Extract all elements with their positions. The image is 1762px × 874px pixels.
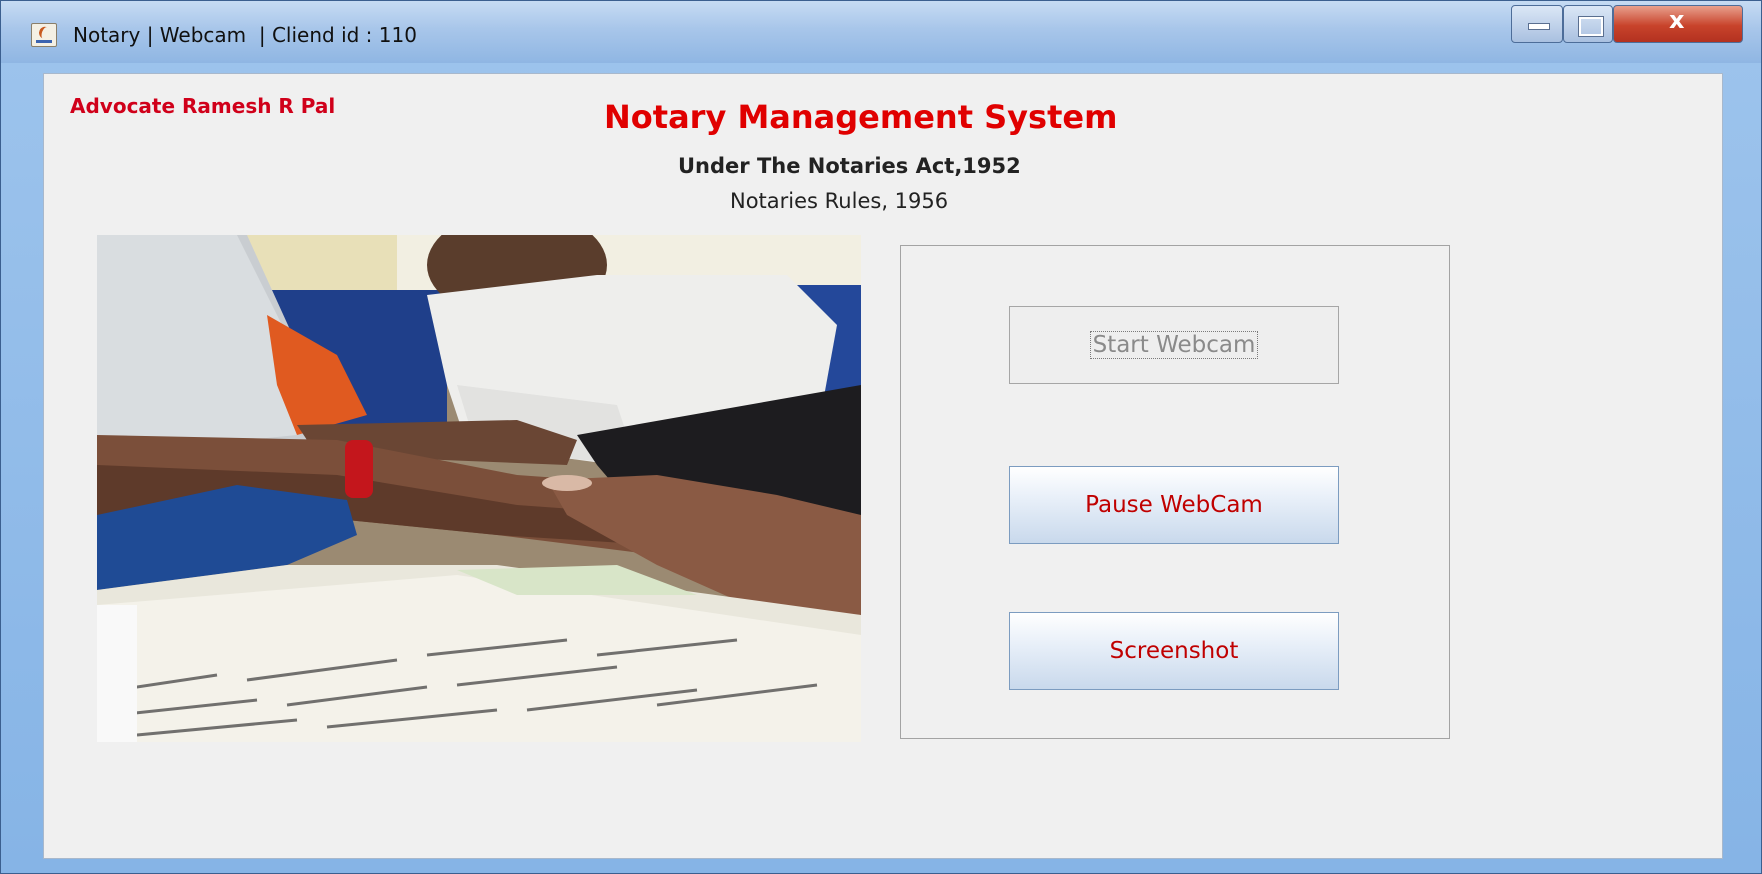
minimize-button[interactable] <box>1511 5 1563 43</box>
window-title: Notary | Webcam | Cliend id : 110 <box>73 23 417 47</box>
webcam-feed <box>97 235 861 742</box>
java-cup-icon <box>31 23 57 47</box>
act-subtitle: Under The Notaries Act,1952 <box>678 154 1021 178</box>
close-button[interactable] <box>1613 5 1743 43</box>
page-title: Notary Management System <box>604 98 1118 136</box>
screenshot-label: Screenshot <box>1109 638 1239 664</box>
screenshot-button[interactable]: Screenshot <box>1009 612 1339 690</box>
webcam-image <box>97 235 861 742</box>
controls-panel: Start Webcam Pause WebCam Screenshot <box>900 245 1450 739</box>
start-webcam-button[interactable]: Start Webcam <box>1009 306 1339 384</box>
app-window: Notary | Webcam | Cliend id : 110 Advoca… <box>0 0 1762 874</box>
start-webcam-label: Start Webcam <box>1089 331 1259 359</box>
title-bar[interactable]: Notary | Webcam | Cliend id : 110 <box>1 1 1761 63</box>
pause-webcam-label: Pause WebCam <box>1085 492 1263 518</box>
advocate-name: Advocate Ramesh R Pal <box>70 94 336 118</box>
maximize-button[interactable] <box>1563 5 1613 43</box>
main-panel: Advocate Ramesh R Pal Notary Management … <box>43 73 1723 859</box>
rules-subtitle: Notaries Rules, 1956 <box>730 189 949 213</box>
pause-webcam-button[interactable]: Pause WebCam <box>1009 466 1339 544</box>
